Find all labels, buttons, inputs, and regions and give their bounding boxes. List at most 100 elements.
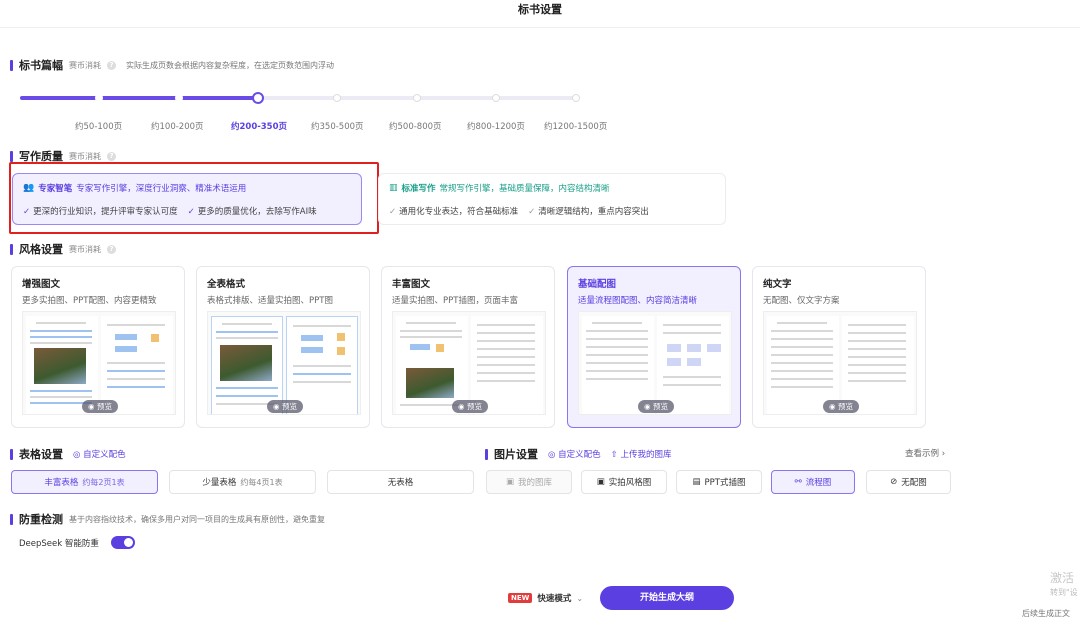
length-option-3[interactable]: 约200-350页 bbox=[231, 120, 287, 132]
option-label: PPT式插图 bbox=[704, 478, 746, 488]
upload-icon: ⇧ bbox=[610, 450, 618, 460]
option-label: 丰富表格 bbox=[44, 478, 79, 488]
preview-button[interactable]: ◉ 预览 bbox=[823, 400, 859, 413]
slide-icon: ▤ bbox=[692, 477, 701, 487]
image-option-photo[interactable]: ▣ 实拍风格图 bbox=[581, 470, 667, 494]
check-icon: ✓ bbox=[528, 207, 536, 217]
new-badge: NEW bbox=[508, 593, 533, 603]
help-icon[interactable]: ? bbox=[107, 151, 116, 161]
preview-label: 预览 bbox=[652, 402, 668, 411]
length-option-1[interactable]: 约50-100页 bbox=[75, 120, 122, 132]
preview-button[interactable]: ◉ 预览 bbox=[267, 400, 303, 413]
length-title: 标书篇幅 bbox=[19, 59, 63, 72]
help-icon[interactable]: ? bbox=[107, 244, 116, 254]
view-example-link[interactable]: 查看示例 › bbox=[905, 447, 945, 459]
check-icon: ✓ bbox=[23, 207, 31, 217]
slider-stop-4[interactable] bbox=[333, 94, 341, 102]
length-section-header: 标书篇幅 赛币消耗 ? 实际生成页数会根据内容复杂程度，在选定页数范围内浮动 bbox=[10, 57, 334, 73]
length-option-2[interactable]: 约100-200页 bbox=[151, 120, 204, 132]
expert-point-1-text: 更深的行业知识，提升评审专家认可度 bbox=[33, 207, 178, 217]
length-slider-handle[interactable] bbox=[252, 92, 264, 104]
section-bar bbox=[10, 150, 13, 162]
dup-toggle-label: DeepSeek 智能防重 bbox=[19, 539, 99, 549]
preview-button[interactable]: ◉ 预览 bbox=[82, 400, 118, 413]
style-card-table[interactable]: 全表格式 表格式排版、适量实拍图、PPT图 ◉ 预览 bbox=[196, 266, 370, 428]
palette-icon: ◎ bbox=[73, 450, 81, 460]
flowchart-icon: ⚯ bbox=[794, 477, 802, 487]
slider-stop-7[interactable] bbox=[572, 94, 580, 102]
standard-name: 标准写作 bbox=[401, 184, 436, 194]
expert-title-row: 👥 专家智笔 专家写作引擎，深度行业洞察、精准术语运用 bbox=[23, 182, 351, 194]
preview-button[interactable]: ◉ 预览 bbox=[638, 400, 674, 413]
section-bar bbox=[485, 448, 488, 460]
style-section-header: 风格设置 赛币消耗 ? bbox=[10, 241, 116, 257]
slider-stop-6[interactable] bbox=[492, 94, 500, 102]
length-desc: 实际生成页数会根据内容复杂程度，在选定页数范围内浮动 bbox=[126, 60, 334, 70]
watermark-line-2: 转到"设 bbox=[1050, 588, 1078, 597]
slider-stop-5[interactable] bbox=[413, 94, 421, 102]
expert-point-1: ✓ 更深的行业知识，提升评审专家认可度 bbox=[23, 205, 178, 217]
table-custom-color-label: 自定义配色 bbox=[83, 450, 126, 460]
image-option-flow[interactable]: ⚯ 流程图 bbox=[771, 470, 855, 494]
length-option-7[interactable]: 约1200-1500页 bbox=[544, 120, 607, 132]
table-option-few[interactable]: 少量表格 约每4页1表 bbox=[169, 470, 316, 494]
help-icon[interactable]: ? bbox=[107, 60, 116, 70]
eye-icon: ◉ bbox=[829, 402, 836, 411]
style-card-basic[interactable]: 基础配图 适量流程图配图、内容简洁清晰 ◉ 预览 bbox=[567, 266, 741, 428]
style-card-desc: 适量实拍图、PPT插图，页面丰富 bbox=[392, 296, 518, 306]
standard-title-row: ▥ 标准写作 常规写作引擎，基础质量保障，内容结构清晰 bbox=[389, 182, 715, 194]
length-option-6[interactable]: 约800-1200页 bbox=[467, 120, 525, 132]
section-bar bbox=[10, 59, 13, 71]
length-option-5[interactable]: 约500-800页 bbox=[389, 120, 442, 132]
section-bar bbox=[10, 513, 13, 525]
users-icon: 👥 bbox=[23, 183, 35, 193]
preview-label: 预览 bbox=[837, 402, 853, 411]
chevron-down-icon: ⌄ bbox=[576, 593, 584, 603]
length-cost: 赛币消耗 bbox=[69, 60, 101, 70]
quality-option-expert[interactable]: 👥 专家智笔 专家写作引擎，深度行业洞察、精准术语运用 ✓ 更深的行业知识，提升评… bbox=[12, 173, 362, 225]
slider-stop-1[interactable] bbox=[95, 94, 103, 102]
option-label: 实拍风格图 bbox=[608, 478, 652, 488]
standard-points: ✓ 通用化专业表达，符合基础标准 ✓ 清晰逻辑结构，重点内容突出 bbox=[389, 205, 715, 217]
option-sub: 约每2页1表 bbox=[82, 477, 125, 487]
image-option-none[interactable]: ⊘ 无配图 bbox=[866, 470, 951, 494]
standard-point-1: ✓ 通用化专业表达，符合基础标准 bbox=[389, 205, 518, 217]
eye-icon: ◉ bbox=[88, 402, 95, 411]
slider-stop-2[interactable] bbox=[175, 94, 183, 102]
style-card-text[interactable]: 纯文字 无配图、仅文字方案 ◉ 预览 bbox=[752, 266, 926, 428]
dup-desc: 基于内容指纹技术，确保多用户对同一项目的生成具有原创性，避免重复 bbox=[69, 514, 325, 524]
table-option-none[interactable]: 无表格 bbox=[327, 470, 474, 494]
palette-icon: ◎ bbox=[548, 450, 556, 460]
style-card-desc: 适量流程图配图、内容简洁清晰 bbox=[578, 296, 698, 306]
check-icon: ✓ bbox=[187, 207, 195, 217]
mode-label: 快速模式 bbox=[537, 594, 572, 604]
image-option-my-gallery[interactable]: ▣ 我的图库 bbox=[486, 470, 572, 494]
dup-title: 防重检测 bbox=[19, 513, 63, 526]
preview-label: 预览 bbox=[466, 402, 482, 411]
expert-point-2-text: 更多的质量优化，去除写作AI味 bbox=[197, 207, 317, 217]
table-title: 表格设置 bbox=[19, 448, 63, 461]
image-custom-color-label: 自定义配色 bbox=[558, 450, 601, 460]
table-option-rich[interactable]: 丰富表格 约每2页1表 bbox=[11, 470, 158, 494]
image-custom-color[interactable]: ◎ 自定义配色 bbox=[548, 448, 601, 460]
length-option-4[interactable]: 约350-500页 bbox=[311, 120, 364, 132]
image-option-ppt[interactable]: ▤ PPT式插图 bbox=[676, 470, 762, 494]
preview-button[interactable]: ◉ 预览 bbox=[452, 400, 488, 413]
dup-toggle-switch[interactable] bbox=[111, 536, 135, 549]
mode-selector[interactable]: NEW 快速模式 ⌄ bbox=[508, 592, 583, 604]
style-title: 风格设置 bbox=[19, 243, 63, 256]
standard-point-2: ✓ 清晰逻辑结构，重点内容突出 bbox=[528, 205, 649, 217]
table-section-header: 表格设置 ◎ 自定义配色 bbox=[10, 446, 126, 462]
gallery-icon: ▣ bbox=[505, 477, 514, 487]
upload-gallery-link[interactable]: ⇧ 上传我的图库 bbox=[611, 448, 672, 460]
style-card-enhanced[interactable]: 增强图文 更多实拍图、PPT配图、内容更精致 ◉ 预览 bbox=[11, 266, 185, 428]
quality-option-standard[interactable]: ▥ 标准写作 常规写作引擎，基础质量保障，内容结构清晰 ✓ 通用化专业表达，符合基… bbox=[378, 173, 726, 225]
watermark-line-1: 激活 bbox=[1050, 571, 1075, 585]
generate-outline-button[interactable]: 开始生成大纲 bbox=[600, 586, 734, 610]
table-custom-color[interactable]: ◎ 自定义配色 bbox=[73, 448, 126, 460]
eye-icon: ◉ bbox=[273, 402, 280, 411]
dup-section-header: 防重检测 基于内容指纹技术，确保多用户对同一项目的生成具有原创性，避免重复 bbox=[10, 511, 325, 527]
style-card-title: 基础配图 bbox=[578, 279, 617, 290]
preview-label: 预览 bbox=[281, 402, 297, 411]
style-card-rich[interactable]: 丰富图文 适量实拍图、PPT插图，页面丰富 ◉ 预览 bbox=[381, 266, 555, 428]
